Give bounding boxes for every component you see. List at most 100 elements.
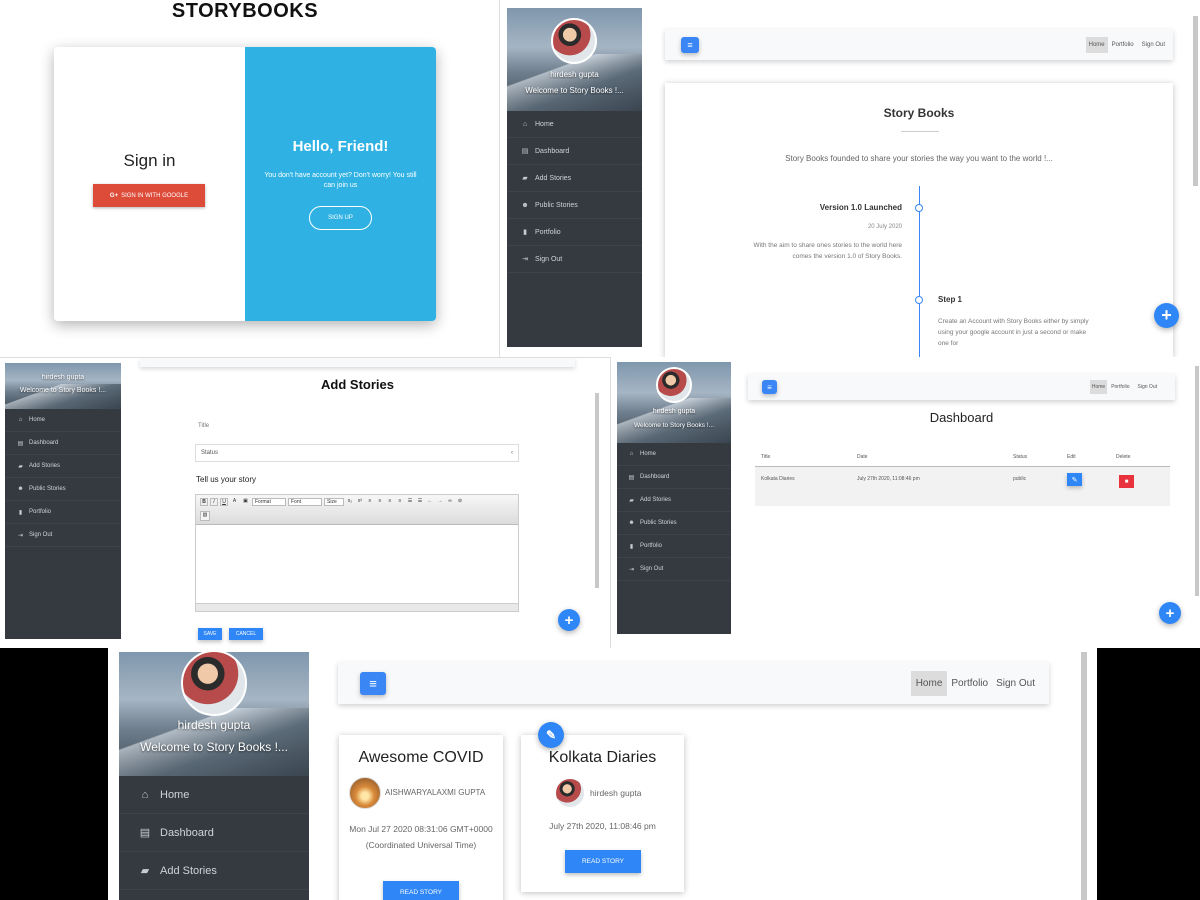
sidebar-item-sign-out[interactable]: ⇥ Sign Out (617, 558, 731, 581)
read-story-button[interactable]: READ STORY (565, 850, 641, 873)
menu-button[interactable]: ≡ (681, 36, 699, 53)
signin-card: Sign in G+ SIGN IN WITH GOOGLE Hello, Fr… (54, 47, 436, 321)
sidebar-item-home[interactable]: ⌂ Home (119, 776, 309, 814)
top-link-portfolio[interactable]: Portfolio (1107, 384, 1133, 390)
sidebar-item-add-stories[interactable]: ▰ Add Stories (119, 852, 309, 890)
size-dropdown[interactable]: Size (324, 498, 344, 506)
image-icon[interactable]: ▧ (200, 511, 210, 521)
editor-body[interactable] (196, 525, 518, 603)
scrollbar[interactable] (595, 393, 599, 588)
dashboard-title: Dashboard (929, 410, 994, 425)
menu-button[interactable]: ≡ (762, 380, 777, 394)
google-signin-button[interactable]: G+ SIGN IN WITH GOOGLE (93, 184, 205, 207)
bg-color-icon[interactable]: ▣ (241, 498, 250, 506)
top-link-sign-out[interactable]: Sign Out (992, 678, 1039, 689)
about-card: Story Books Story Books founded to share… (665, 83, 1173, 357)
brand-title: STORYBOOKS (171, 0, 319, 22)
align-justify-icon[interactable]: ≡ (396, 498, 404, 506)
save-button[interactable]: SAVE (198, 628, 222, 640)
folder-icon: ▰ (522, 175, 528, 182)
sidebar-item-dashboard[interactable]: ▤ Dashboard (119, 814, 309, 852)
top-link-portfolio[interactable]: Portfolio (1108, 42, 1138, 48)
sidebar-item-home[interactable]: ⌂ Home (5, 409, 121, 432)
home-icon: ⌂ (18, 417, 23, 423)
top-link-home[interactable]: Home (1085, 36, 1108, 53)
sidebar-item-add-stories[interactable]: ▰ Add Stories (507, 165, 642, 192)
add-story-fab[interactable]: + (1154, 303, 1179, 328)
align-right-icon[interactable]: ≡ (386, 498, 394, 506)
col-title: Title (761, 454, 771, 460)
top-link-sign-out[interactable]: Sign Out (1134, 384, 1161, 390)
sidebar-item-add-stories[interactable]: ▰ Add Stories (617, 489, 731, 512)
timeline-dot-2 (915, 296, 923, 304)
add-story-fab[interactable]: + (558, 609, 580, 631)
sidebar-item-home[interactable]: ⌂ Home (507, 111, 642, 138)
step1-title: Step 1 (938, 295, 963, 304)
align-center-icon[interactable]: ≡ (376, 498, 384, 506)
plus-icon: + (1165, 604, 1175, 622)
bullet-list-icon[interactable]: ☰ (406, 498, 414, 506)
status-select[interactable]: Status ‹ (195, 444, 519, 462)
sidebar-item-portfolio[interactable]: ▮ Portfolio (617, 535, 731, 558)
menu-button[interactable]: ≡ (360, 671, 386, 695)
sidebar-item-sign-out[interactable]: ⇥ Sign Out (507, 246, 642, 273)
hamburger-icon: ≡ (767, 382, 772, 392)
sidebar-item-public-stories[interactable]: ☻ Public Stories (617, 512, 731, 535)
file-icon: ▮ (18, 509, 23, 516)
sidebar-item-dashboard[interactable]: ▤ Dashboard (507, 138, 642, 165)
row-status: public (1013, 476, 1027, 482)
delete-button[interactable]: ■ (1119, 475, 1134, 488)
sidebar: hirdesh gupta Welcome to Story Books !..… (119, 652, 309, 900)
cancel-button[interactable]: CANCEL (229, 628, 263, 640)
italic-icon[interactable]: I (210, 498, 218, 506)
superscript-icon[interactable]: x² (356, 498, 364, 506)
title-divider (901, 131, 939, 132)
top-link-home[interactable]: Home (1089, 380, 1108, 394)
bold-icon[interactable]: B (200, 498, 208, 506)
align-left-icon[interactable]: ≡ (366, 498, 374, 506)
number-list-icon[interactable]: ☰ (416, 498, 424, 506)
welcome-text: Welcome to Story Books !... (140, 740, 288, 754)
users-icon: ☻ (628, 520, 635, 526)
pencil-icon: ✎ (545, 728, 557, 742)
edit-story-fab[interactable]: ✎ (538, 722, 564, 748)
top-link-portfolio[interactable]: Portfolio (947, 678, 992, 689)
v1-date: 20 July 2020 (867, 224, 902, 230)
scrollbar[interactable] (1193, 16, 1198, 186)
scrollbar[interactable] (1195, 366, 1199, 596)
edit-button[interactable]: ✎ (1067, 473, 1082, 486)
top-link-sign-out[interactable]: Sign Out (1138, 42, 1169, 48)
v1-title: Version 1.0 Launched (819, 203, 902, 212)
indent-icon[interactable]: → (436, 498, 444, 506)
read-story-button[interactable]: READ STORY (383, 881, 459, 900)
google-icon: G+ (109, 192, 119, 199)
unlink-icon[interactable]: ⊘ (456, 498, 464, 506)
top-link-home[interactable]: Home (910, 670, 948, 696)
google-button-label: SIGN IN WITH GOOGLE (121, 192, 189, 199)
sidebar-item-portfolio[interactable]: ▮ Portfolio (5, 501, 121, 524)
sidebar-item-sign-out[interactable]: ⇥ Sign Out (5, 524, 121, 547)
signup-button[interactable]: SIGN UP (309, 206, 372, 230)
outdent-icon[interactable]: ← (426, 498, 434, 506)
underline-icon[interactable]: U (220, 498, 228, 506)
add-story-fab[interactable]: + (1159, 602, 1181, 624)
dashboard-icon: ▤ (628, 474, 635, 481)
col-edit: Edit (1067, 454, 1076, 460)
sidebar-item-home[interactable]: ⌂ Home (617, 443, 731, 466)
sidebar-item-dashboard[interactable]: ▤ Dashboard (5, 432, 121, 455)
sign-out-icon: ⇥ (17, 532, 24, 539)
sign-out-icon: ⇥ (522, 256, 528, 263)
font-dropdown[interactable]: Font (288, 498, 322, 506)
format-dropdown[interactable]: Format (252, 498, 286, 506)
text-color-icon[interactable]: A (230, 498, 239, 506)
subscript-icon[interactable]: x₂ (346, 498, 354, 506)
sidebar-item-portfolio[interactable]: ▮ Portfolio (507, 219, 642, 246)
trash-icon: ■ (1124, 478, 1129, 485)
status-value: Status (201, 450, 219, 456)
sidebar-item-add-stories[interactable]: ▰ Add Stories (5, 455, 121, 478)
sidebar-item-public-stories[interactable]: ☻ Public Stories (5, 478, 121, 501)
sidebar-item-dashboard[interactable]: ▤ Dashboard (617, 466, 731, 489)
link-icon[interactable]: ∞ (446, 498, 454, 506)
sidebar-item-public-stories[interactable]: ☻ Public Stories (507, 192, 642, 219)
scrollbar[interactable] (1081, 652, 1087, 900)
